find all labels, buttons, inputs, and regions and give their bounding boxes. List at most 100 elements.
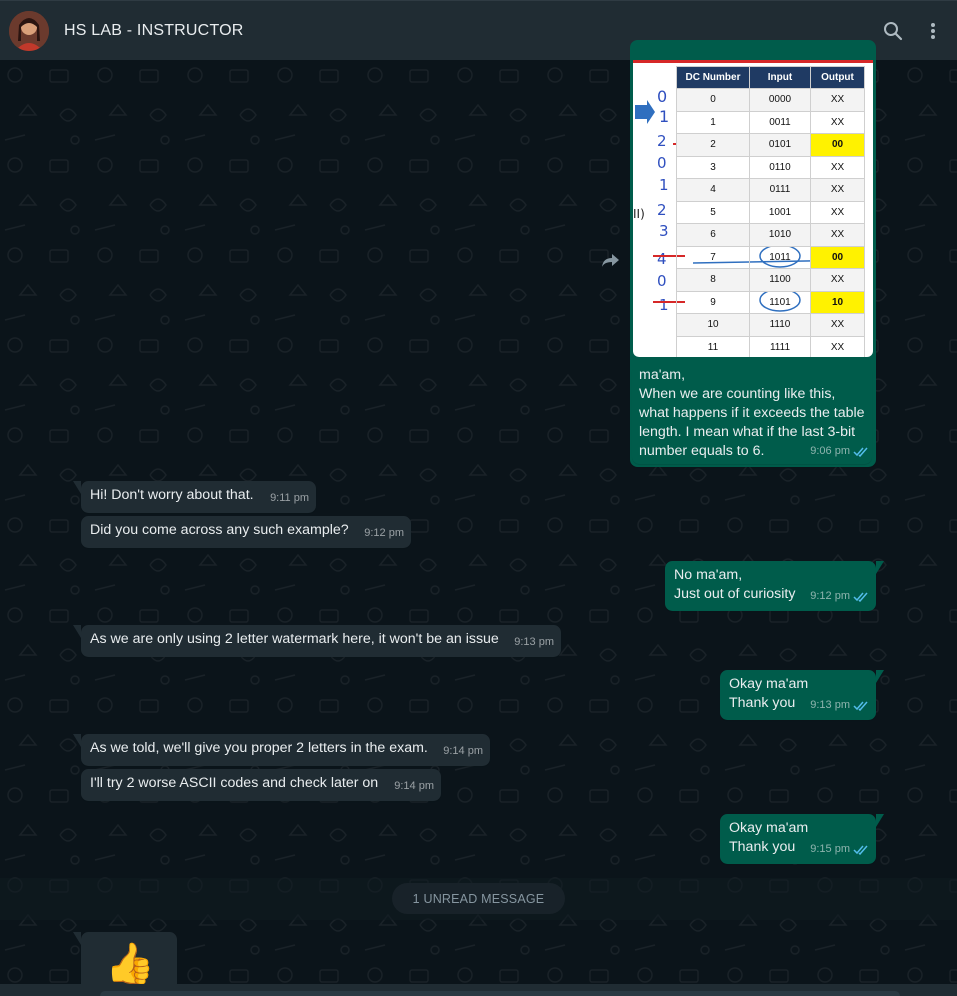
read-tick-icon xyxy=(853,845,868,855)
time-label: 9:13 pm xyxy=(810,699,850,711)
message-time: 9:14 pm xyxy=(443,742,483,761)
chat-title[interactable]: HS LAB - INSTRUCTOR xyxy=(64,22,244,40)
read-tick-icon xyxy=(853,447,868,457)
message-input[interactable] xyxy=(100,991,900,996)
bubble-tail xyxy=(876,670,884,683)
svg-text:0: 0 xyxy=(657,272,667,290)
table-cell: 1100 xyxy=(749,268,811,292)
table-row: 7 1011 00 xyxy=(676,245,865,269)
time-label: 9:06 pm xyxy=(810,445,850,457)
time-label: 9:13 pm xyxy=(514,636,554,648)
table-cell: 0011 xyxy=(749,110,811,134)
incoming-message[interactable]: I'll try 2 worse ASCII codes and check l… xyxy=(81,769,441,801)
incoming-message[interactable]: Did you come across any such example? 9:1… xyxy=(81,516,411,548)
svg-text:2: 2 xyxy=(657,201,667,219)
message-text: Okay ma'am Thank you xyxy=(729,820,809,855)
message-time: 9:12 pm xyxy=(364,524,404,543)
table-cell: 4 xyxy=(676,178,750,202)
search-icon[interactable] xyxy=(881,19,905,43)
table-cell: 0110 xyxy=(749,155,811,179)
unread-banner: 1 UNREAD MESSAGE xyxy=(392,883,565,914)
incoming-message[interactable]: As we told, we'll give you proper 2 lett… xyxy=(73,734,490,766)
svg-text:3: 3 xyxy=(659,222,669,240)
message-time: 9:13 pm xyxy=(514,633,554,652)
message-time: 9:13 pm xyxy=(810,696,869,715)
bubble-tail xyxy=(73,932,81,945)
table-cell: 00 xyxy=(810,245,865,269)
message-time: 9:11 pm xyxy=(270,489,309,508)
message-time: 9:15 pm xyxy=(810,840,869,859)
outgoing-message[interactable]: Okay ma'am Thank you 9:13 pm xyxy=(720,670,884,720)
table-cell: 0000 xyxy=(749,88,811,112)
message-text: No ma'am, Just out of curiosity xyxy=(674,567,796,602)
table-cell: XX xyxy=(810,268,865,292)
svg-text:2: 2 xyxy=(657,132,667,150)
table-row: 5 1001 XX xyxy=(676,200,865,224)
time-label: 9:15 pm xyxy=(810,843,850,855)
table-cell: 5 xyxy=(676,200,750,224)
contact-avatar[interactable] xyxy=(9,11,49,51)
svg-text:1: 1 xyxy=(659,296,669,314)
bubble-tail xyxy=(876,561,884,574)
table-cell: XX xyxy=(810,223,865,247)
dc-number-table: DC Number Input Output 0 0000 XX 1 0011 XX 2 01… xyxy=(676,66,865,357)
outgoing-message[interactable]: Okay ma'am Thank you 9:15 pm xyxy=(720,814,884,864)
table-cell: 1110 xyxy=(749,313,811,337)
table-cell: 10 xyxy=(676,313,750,337)
read-tick-icon xyxy=(853,701,868,711)
time-label: 9:12 pm xyxy=(810,590,850,602)
table-header: Output xyxy=(810,66,865,89)
svg-text:1: 1 xyxy=(659,176,669,194)
message-time: 9:14 pm xyxy=(394,777,434,796)
table-cell: 8 xyxy=(676,268,750,292)
image-caption: ma'am, When we are counting like this, w… xyxy=(632,364,872,464)
time-label: 9:14 pm xyxy=(443,745,483,757)
table-header: DC Number xyxy=(676,66,750,89)
table-row: 3 0110 XX xyxy=(676,155,865,179)
bubble-tail xyxy=(876,814,884,827)
message-text: Hi! Don't worry about that. xyxy=(90,487,254,503)
table-cell: 9 xyxy=(676,290,750,314)
table-row: 1 0011 XX xyxy=(676,110,865,134)
svg-text:4: 4 xyxy=(657,250,667,268)
incoming-message[interactable]: As we are only using 2 letter watermark … xyxy=(73,625,561,657)
table-cell: 00 xyxy=(810,133,865,157)
message-text: Okay ma'am Thank you xyxy=(729,676,809,711)
table-cell: XX xyxy=(810,313,865,337)
table-cell: 2 xyxy=(676,133,750,157)
more-vert-icon[interactable] xyxy=(921,19,945,43)
table-cell: 6 xyxy=(676,223,750,247)
incoming-message[interactable]: Hi! Don't worry about that. 9:11 pm xyxy=(73,481,316,513)
forward-icon[interactable] xyxy=(598,248,622,272)
svg-text:II): II) xyxy=(633,207,645,221)
table-row: 0 0000 XX xyxy=(676,88,865,112)
table-cell: XX xyxy=(810,335,865,357)
table-image[interactable]: 0 1 2 0 1 II) 2 3 4 0 1 DC Number Input … xyxy=(633,60,873,357)
svg-text:0: 0 xyxy=(657,154,667,172)
time-label: 9:14 pm xyxy=(394,780,434,792)
message-text: As we are only using 2 letter watermark … xyxy=(90,631,499,647)
bubble-tail xyxy=(73,481,81,494)
table-cell: XX xyxy=(810,88,865,112)
table-row: 10 1110 XX xyxy=(676,313,865,337)
bubble-tail xyxy=(73,625,81,638)
outgoing-message[interactable]: No ma'am, Just out of curiosity 9:12 pm xyxy=(665,561,884,611)
message-time: 9:06 pm xyxy=(810,442,869,461)
table-cell: 7 xyxy=(676,245,750,269)
table-cell: XX xyxy=(810,178,865,202)
table-row: 9 1101 10 xyxy=(676,290,865,314)
table-cell: XX xyxy=(810,200,865,224)
table-cell: 11 xyxy=(676,335,750,357)
table-cell: 1 xyxy=(676,110,750,134)
table-cell: 1001 xyxy=(749,200,811,224)
svg-text:1: 1 xyxy=(659,107,669,126)
table-row: 2 0101 00 xyxy=(676,133,865,157)
svg-text:0: 0 xyxy=(657,87,667,106)
time-label: 9:12 pm xyxy=(364,527,404,539)
thumbs-up-emoji: 👍 xyxy=(105,942,155,986)
time-label: 9:11 pm xyxy=(270,492,309,504)
table-row: 11 1111 XX xyxy=(676,335,865,357)
message-text: I'll try 2 worse ASCII codes and check l… xyxy=(90,775,379,791)
table-row: 6 1010 XX xyxy=(676,223,865,247)
emoji-message-bubble[interactable]: 👍 xyxy=(73,932,177,992)
